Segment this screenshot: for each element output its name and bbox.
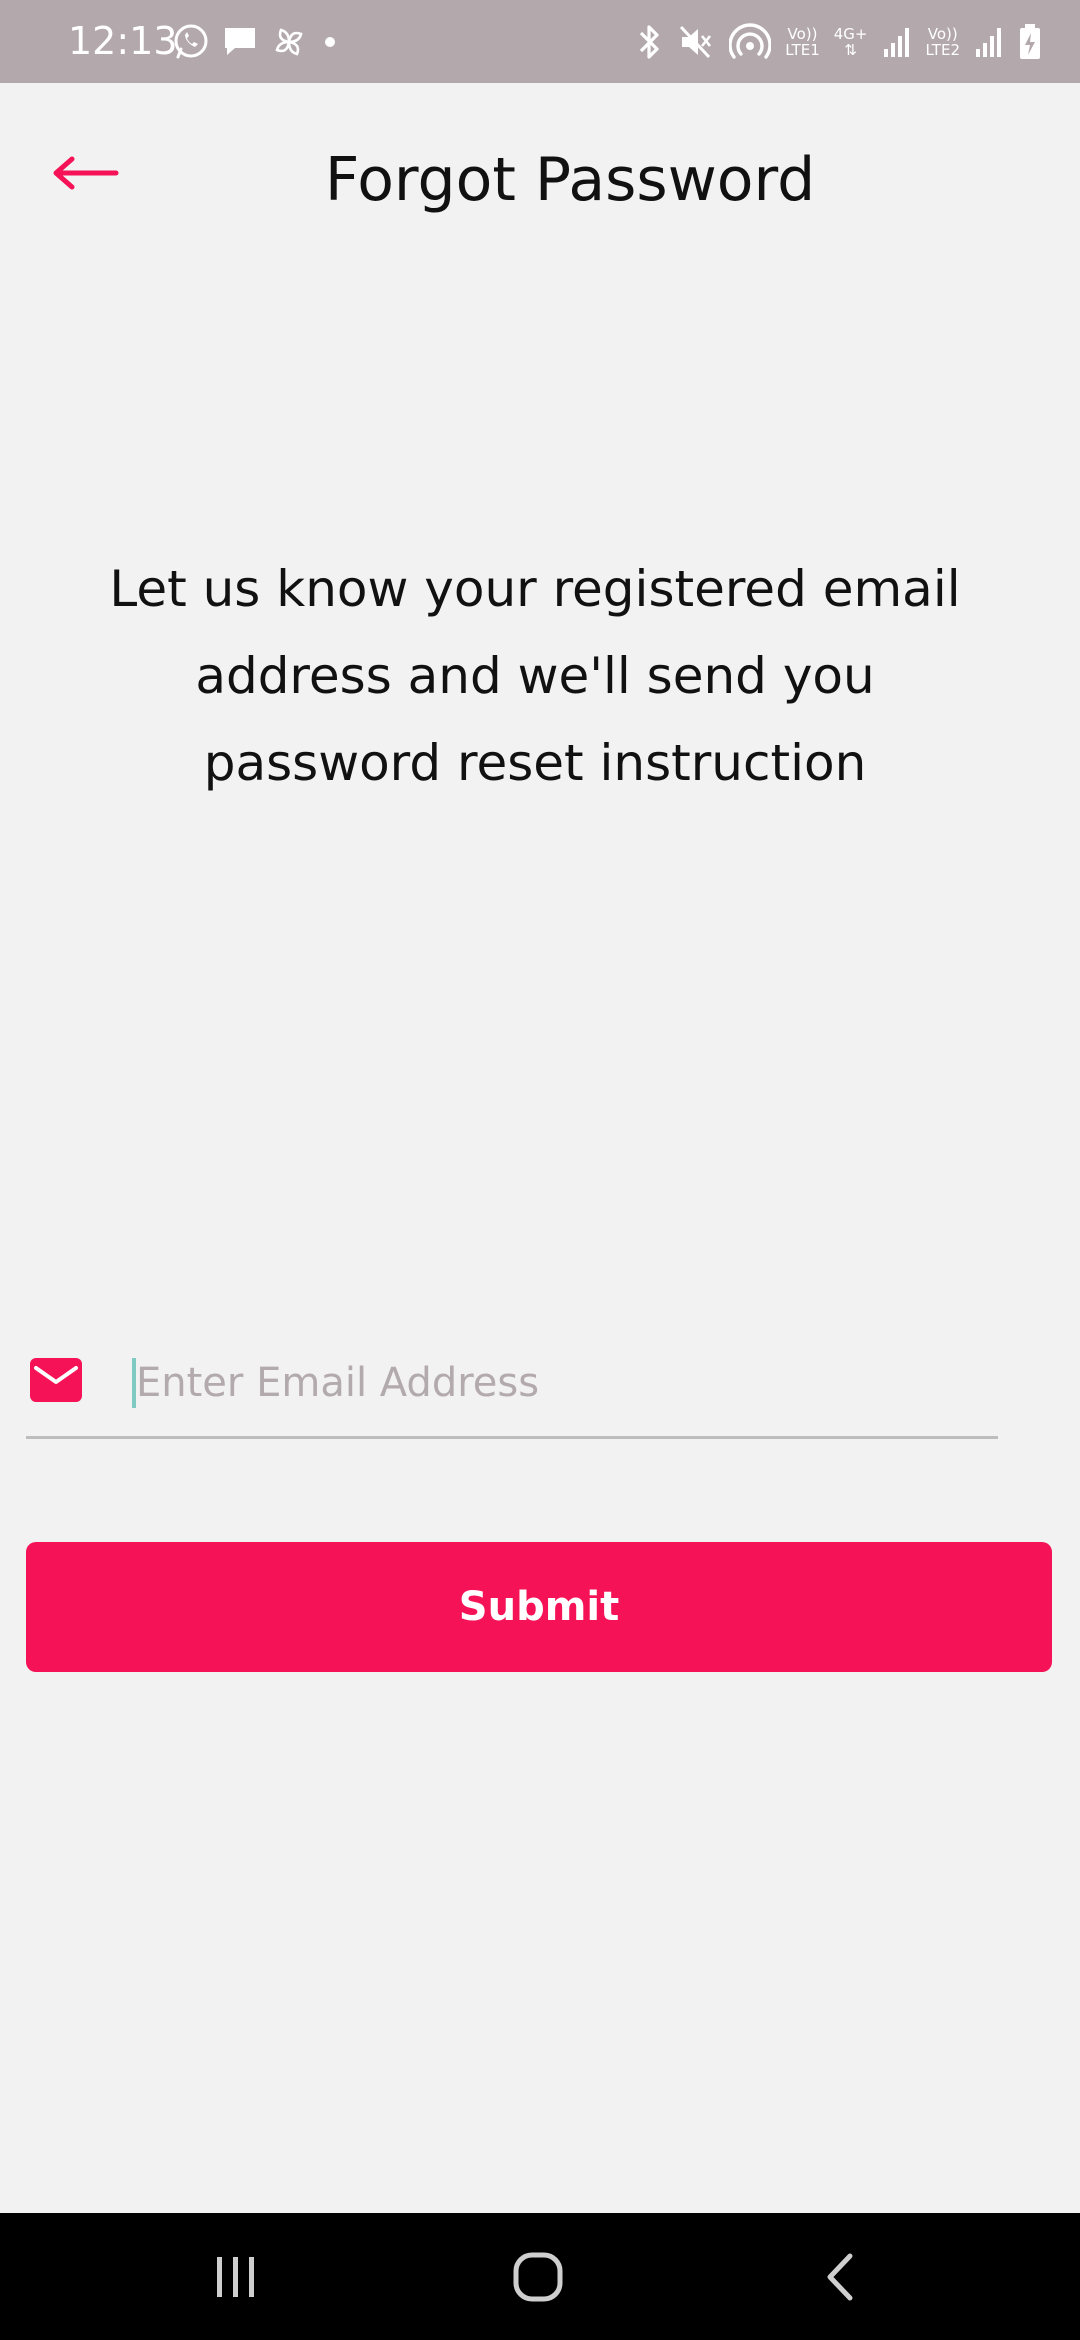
home-button[interactable] [478,2241,598,2313]
instruction-text: Let us know your registered email addres… [109,560,961,792]
sim2-volte-label: Vo)) LTE2 [925,25,960,59]
app-header: Forgot Password [0,83,1080,283]
message-icon [222,24,258,60]
system-icons: Vo)) LTE1 4G+ ⇅ Vo)) LTE2 [635,18,1042,66]
status-time: 12:13 [68,19,178,63]
signal-icon [882,25,912,59]
data-arrows-icon: ⇅ [844,41,857,59]
email-field-row [26,1340,998,1439]
email-field[interactable] [130,1350,990,1416]
mail-icon [30,1358,82,1402]
page-title: Forgot Password [324,145,816,215]
navigation-bar [0,2213,1080,2340]
signal-icon-2 [974,25,1004,59]
network-type-label: 4G+ ⇅ [833,25,868,59]
dot-icon [320,32,340,52]
sim1-volte-label: Vo)) LTE1 [785,25,820,59]
notification-icons [172,20,340,64]
battery-icon [1018,23,1042,61]
status-bar: 12:13 Vo)) LTE1 4G+ ⇅ Vo)) LTE2 [0,0,1080,83]
text-caret [132,1358,136,1408]
mute-icon [677,23,715,61]
hotspot-icon [729,22,772,62]
system-back-button[interactable] [780,2241,900,2313]
whatsapp-icon [172,23,210,61]
back-icon [827,2253,853,2301]
submit-button[interactable]: Submit [26,1542,1052,1672]
pinwheel-icon [270,23,308,61]
home-icon [513,2252,563,2302]
recent-apps-button[interactable] [176,2241,296,2313]
recent-apps-icon [217,2257,254,2297]
bluetooth-icon [635,23,663,61]
